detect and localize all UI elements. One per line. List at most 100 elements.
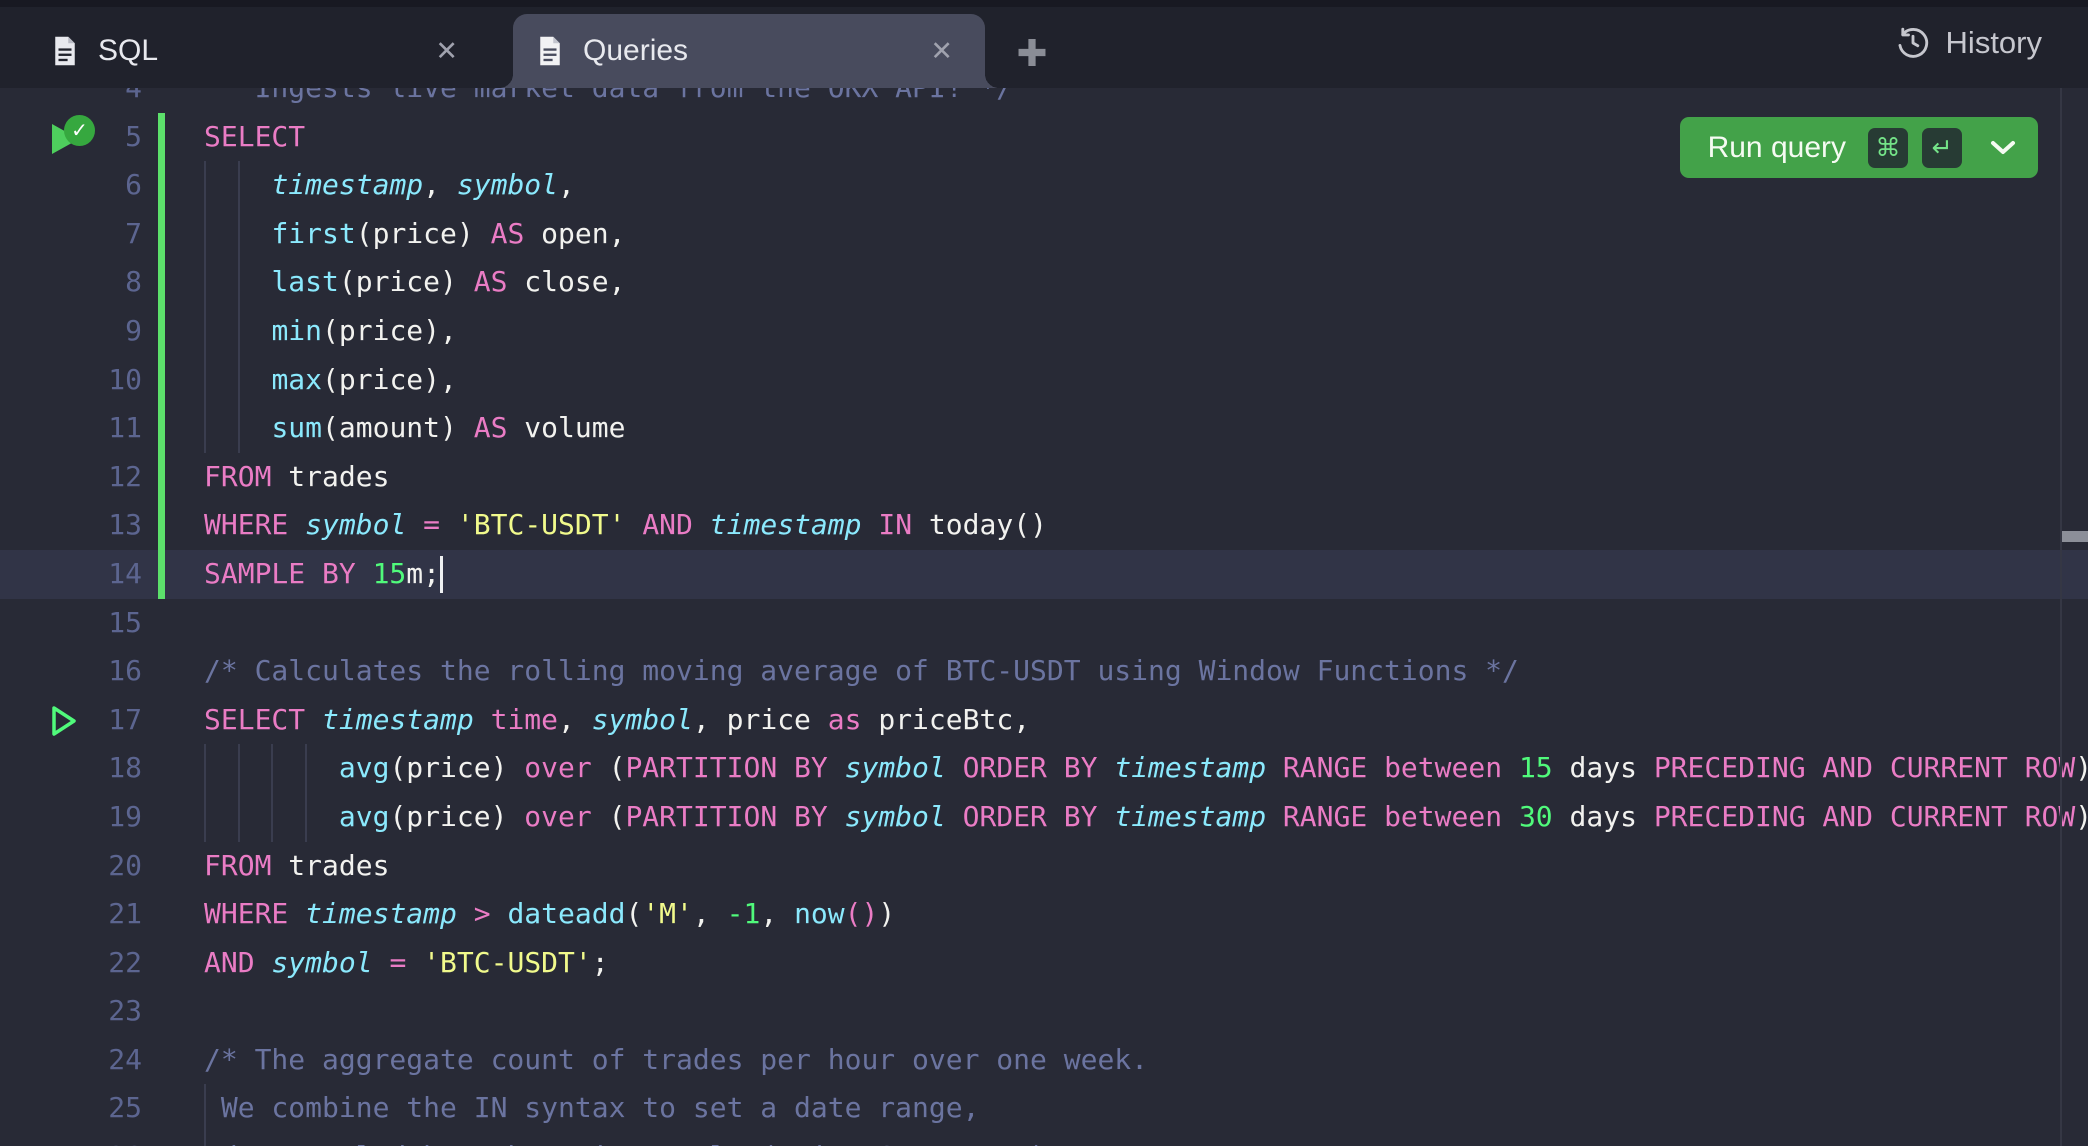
file-icon: [52, 35, 78, 67]
line-number[interactable]: 16: [0, 647, 142, 696]
token-cmt: We combine the IN syntax to set a date r…: [204, 1091, 979, 1124]
token-var: timestamp: [322, 703, 474, 736]
token-txt: (price): [389, 800, 524, 833]
token-txt: [406, 508, 423, 541]
line-number[interactable]: 21: [0, 890, 142, 939]
code-line[interactable]: 10 max(price),: [0, 356, 2088, 405]
code-text: first(price) AS open,: [204, 210, 625, 259]
line-number[interactable]: 20: [0, 842, 142, 891]
tab-bar: SQL ✕ Queries ✕ ✚ History: [0, 0, 2088, 88]
command-key-icon: ⌘: [1868, 128, 1908, 168]
code-text: AND symbol = 'BTC-USDT';: [204, 939, 609, 988]
run-query-button[interactable]: Run query ⌘ ↵: [1680, 117, 2038, 178]
code-editor[interactable]: 4 Ingests live market data from the OKX …: [0, 88, 2088, 1146]
token-cmt: Ingests live market data from the OKX AP…: [204, 88, 1013, 104]
chevron-down-icon[interactable]: [1990, 140, 2016, 156]
line-number[interactable]: 14: [0, 550, 142, 599]
run-query-play-icon[interactable]: [46, 699, 104, 743]
code-line[interactable]: 4 Ingests live market data from the OKX …: [0, 88, 2088, 113]
line-number[interactable]: 10: [0, 356, 142, 405]
token-fn: dateadd: [507, 897, 625, 930]
line-number[interactable]: 25: [0, 1084, 142, 1133]
token-txt: [1367, 800, 1384, 833]
token-var: symbol: [592, 703, 693, 736]
token-txt: [1502, 751, 1519, 784]
token-txt: [204, 751, 339, 784]
code-line[interactable]: 14SAMPLE BY 15m;: [0, 550, 2088, 599]
token-txt: [204, 265, 271, 298]
executed-range-bar: [158, 258, 165, 307]
code-line[interactable]: 18 avg(price) over (PARTITION BY symbol …: [0, 744, 2088, 793]
token-kw: RANGE: [1283, 751, 1367, 784]
line-number[interactable]: 26: [0, 1133, 142, 1146]
line-number[interactable]: 8: [0, 258, 142, 307]
token-txt: [946, 751, 963, 784]
line-number[interactable]: 7: [0, 210, 142, 259]
token-txt: (: [625, 897, 642, 930]
token-kw: AND: [204, 946, 255, 979]
token-txt: days: [1553, 751, 1654, 784]
code-line[interactable]: 16/* Calculates the rolling moving avera…: [0, 647, 2088, 696]
enter-key-icon: ↵: [1922, 128, 1962, 168]
history-label: History: [1946, 25, 2042, 61]
token-txt: ,: [693, 897, 727, 930]
token-kw: PRECEDING AND CURRENT ROW: [1654, 800, 2075, 833]
line-number[interactable]: 18: [0, 744, 142, 793]
line-number[interactable]: 12: [0, 453, 142, 502]
run-query-label: Run query: [1708, 131, 1846, 165]
close-tab-icon[interactable]: ✕: [427, 32, 466, 71]
token-txt: [406, 946, 423, 979]
token-txt: priceBtc,: [861, 703, 1030, 736]
code-line[interactable]: 9 min(price),: [0, 307, 2088, 356]
token-txt: (price): [339, 265, 474, 298]
line-number[interactable]: 23: [0, 987, 142, 1036]
code-line[interactable]: 23: [0, 987, 2088, 1036]
token-str: 'BTC-USDT': [423, 946, 592, 979]
tab-sql[interactable]: SQL ✕: [28, 14, 490, 88]
run-query-success-icon[interactable]: ✓: [46, 116, 104, 160]
code-line[interactable]: 8 last(price) AS close,: [0, 258, 2088, 307]
token-txt: (price),: [322, 363, 457, 396]
code-line[interactable]: 24/* The aggregate count of trades per h…: [0, 1036, 2088, 1085]
tab-queries[interactable]: Queries ✕: [513, 14, 985, 88]
token-txt: [204, 217, 271, 250]
code-lines: 4 Ingests live market data from the OKX …: [0, 88, 2088, 1146]
code-line[interactable]: 7 first(price) AS open,: [0, 210, 2088, 259]
code-line[interactable]: 15: [0, 599, 2088, 648]
token-kw: =: [389, 946, 406, 979]
code-line[interactable]: 12FROM trades: [0, 453, 2088, 502]
token-num: 15: [373, 557, 407, 590]
code-line[interactable]: 17SELECT timestamp time, symbol, price a…: [0, 696, 2088, 745]
line-number[interactable]: 13: [0, 501, 142, 550]
line-number[interactable]: 24: [0, 1036, 142, 1085]
code-line[interactable]: 22 AND symbol = 'BTC-USDT';: [0, 939, 2088, 988]
code-line[interactable]: 26 downsampled by 1-hour intervals (usin…: [0, 1133, 2088, 1146]
code-line[interactable]: 21WHERE timestamp > dateadd('M', -1, now…: [0, 890, 2088, 939]
token-kw: ORDER BY: [963, 800, 1098, 833]
scrollbar-thumb[interactable]: [2062, 531, 2088, 542]
line-number[interactable]: 19: [0, 793, 142, 842]
code-line[interactable]: 13WHERE symbol = 'BTC-USDT' AND timestam…: [0, 501, 2088, 550]
line-number[interactable]: 15: [0, 599, 142, 648]
close-tab-icon[interactable]: ✕: [922, 32, 961, 71]
line-number[interactable]: 11: [0, 404, 142, 453]
line-number[interactable]: 9: [0, 307, 142, 356]
token-txt: (price): [356, 217, 491, 250]
token-kw: over: [524, 751, 591, 784]
token-fn: now: [794, 897, 845, 930]
code-line[interactable]: 20FROM trades: [0, 842, 2088, 891]
token-kw: SAMPLE BY: [204, 557, 356, 590]
line-number[interactable]: 6: [0, 161, 142, 210]
code-line[interactable]: 25 We combine the IN syntax to set a dat…: [0, 1084, 2088, 1133]
token-kw: AS: [491, 217, 525, 250]
token-num: 15: [1519, 751, 1553, 784]
token-var: timestamp: [305, 897, 457, 930]
token-txt: (price),: [322, 314, 457, 347]
code-line[interactable]: 19 avg(price) over (PARTITION BY symbol …: [0, 793, 2088, 842]
add-tab-button[interactable]: ✚: [1006, 30, 1058, 78]
line-number[interactable]: 22: [0, 939, 142, 988]
executed-range-bar: [158, 404, 165, 453]
history-button[interactable]: History: [1889, 24, 2048, 62]
token-txt: ,: [760, 897, 794, 930]
code-line[interactable]: 11 sum(amount) AS volume: [0, 404, 2088, 453]
